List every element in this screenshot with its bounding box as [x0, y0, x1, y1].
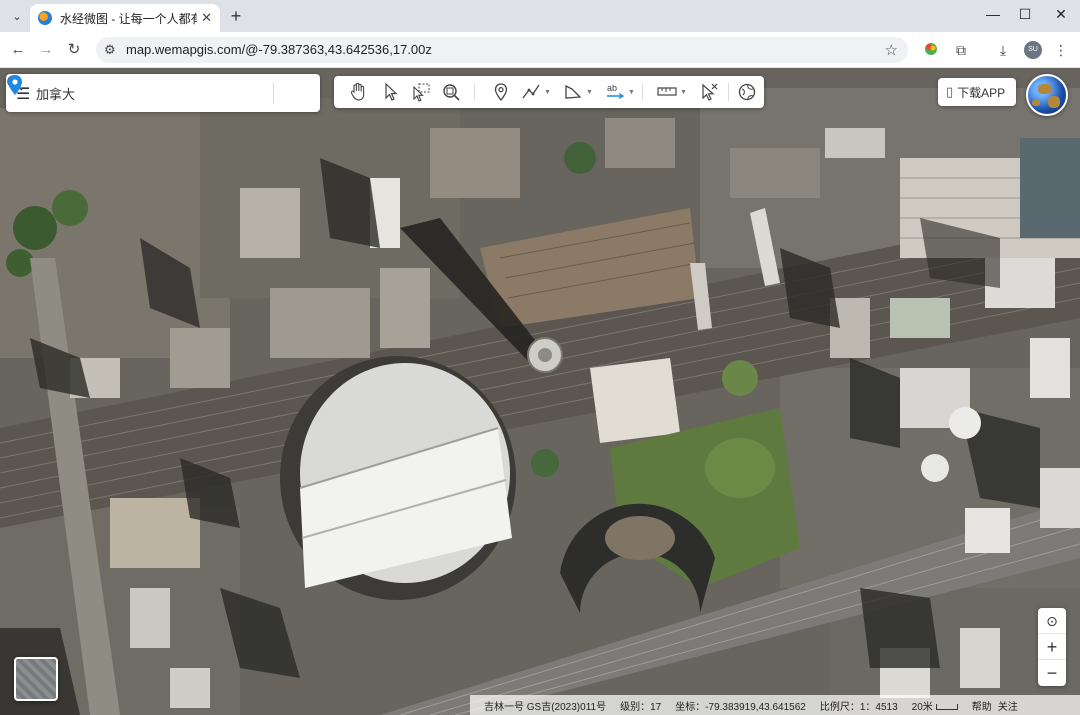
my-location-icon[interactable]: ⊙: [1038, 608, 1066, 634]
map-search-box: ☰: [6, 74, 320, 112]
satellite-map[interactable]: ☰ ▼: [0, 68, 1080, 715]
map-status-bar: 吉林一号 GS吉(2023)011号 级别：17 坐标：-79.383919,4…: [470, 695, 1080, 715]
zoom-out-button[interactable]: −: [1038, 660, 1066, 686]
download-app-button[interactable]: ▯ 下载APP: [938, 78, 1016, 106]
help-link[interactable]: 帮助: [972, 698, 992, 713]
url-text[interactable]: map.wemapgis.com/@-79.387363,43.642536,1…: [126, 42, 432, 57]
polyline-icon[interactable]: [520, 81, 542, 103]
text-label-dropdown-icon[interactable]: ▼: [628, 89, 635, 96]
browser-tab-active[interactable]: 水经微图 - 让每一个人都有自己 ✕: [30, 4, 220, 32]
toolbar-divider: [474, 83, 475, 101]
toolbar-divider: [728, 83, 729, 101]
search-divider: [273, 82, 274, 104]
follow-link[interactable]: 关注: [998, 698, 1018, 713]
bookmark-star-icon[interactable]: ☆: [885, 41, 898, 59]
zoom-in-button[interactable]: +: [1038, 634, 1066, 660]
browser-menu-icon[interactable]: ⋮: [1052, 41, 1070, 59]
profile-avatar[interactable]: SU: [1024, 41, 1042, 59]
scale-label: 比例尺：: [819, 701, 860, 713]
coord-value: -79.383919,43.641562: [705, 701, 806, 713]
extensions-puzzle-icon[interactable]: ⧉: [952, 41, 970, 59]
map-scale: 比例尺：1：4513: [820, 698, 898, 713]
download-icon[interactable]: ⤓: [994, 41, 1012, 59]
measure-dropdown-icon[interactable]: ▼: [680, 89, 687, 96]
minimize-button[interactable]: —: [978, 6, 1008, 22]
level-label: 级别：: [620, 701, 651, 713]
scale-value: 1：4513: [859, 701, 898, 713]
zoom-area-icon[interactable]: [440, 81, 462, 103]
site-info-icon[interactable]: ⚙: [104, 42, 116, 58]
phone-icon: ▯: [946, 84, 954, 99]
globe-3d-icon[interactable]: [736, 81, 758, 103]
scale-bar: 20米: [912, 698, 958, 713]
back-arrow-icon[interactable]: ←: [8, 40, 28, 60]
svg-text:ab: ab: [607, 83, 617, 93]
clear-cursor-icon[interactable]: [698, 81, 720, 103]
new-tab-button[interactable]: +: [226, 6, 246, 26]
extension-colorful-icon[interactable]: [922, 41, 940, 59]
search-input[interactable]: [36, 83, 236, 103]
download-app-label: 下载APP: [957, 85, 1006, 100]
site-favicon-icon: [38, 11, 52, 25]
layer-switch-thumbnail[interactable]: [14, 657, 58, 701]
polyline-dropdown-icon[interactable]: ▼: [544, 89, 551, 96]
globe-view-switch-icon[interactable]: [1026, 74, 1068, 116]
close-window-button[interactable]: ✕: [1046, 6, 1076, 23]
pan-hand-icon[interactable]: [348, 81, 370, 103]
address-bar[interactable]: ⚙ map.wemapgis.com/@-79.387363,43.642536…: [96, 37, 908, 63]
level-value: 17: [650, 701, 662, 713]
text-label-icon[interactable]: ab: [604, 81, 626, 103]
measure-ruler-icon[interactable]: [656, 81, 678, 103]
forward-arrow-icon[interactable]: →: [36, 40, 56, 60]
select-box-icon[interactable]: [410, 81, 432, 103]
zoom-level: 级别：17: [620, 698, 661, 713]
scale-bar-graphic: [935, 703, 958, 710]
select-arrow-icon[interactable]: [380, 81, 402, 103]
tab-close-icon[interactable]: ✕: [201, 10, 212, 26]
coord-label: 坐标：: [675, 701, 706, 713]
cursor-coordinates: 坐标：-79.383919,43.641562: [675, 698, 806, 713]
scale-bar-label: 20米: [911, 701, 933, 713]
point-marker-icon[interactable]: [490, 81, 512, 103]
reload-icon[interactable]: ↻: [64, 40, 84, 60]
maximize-button[interactable]: ☐: [1010, 6, 1040, 23]
tab-title: 水经微图 - 让每一个人都有自己: [60, 11, 198, 26]
location-pin-icon[interactable]: [6, 74, 24, 96]
browser-tab-bar: ⌄ 水经微图 - 让每一个人都有自己 ✕ + — ☐ ✕: [0, 0, 1080, 32]
map-tools-toolbar: ▼ ▼ ab ▼ ▼: [334, 76, 764, 108]
polygon-icon[interactable]: [562, 81, 584, 103]
zoom-controls: ⊙ + −: [1038, 608, 1066, 686]
imagery-copyright: 吉林一号 GS吉(2023)011号: [484, 701, 607, 713]
toolbar-divider: [642, 83, 643, 101]
tab-search-menu-button[interactable]: ⌄: [6, 5, 28, 27]
polygon-dropdown-icon[interactable]: ▼: [586, 89, 593, 96]
satellite-imagery: [0, 68, 1080, 715]
browser-toolbar: ← → ↻ ⚙ map.wemapgis.com/@-79.387363,43.…: [0, 32, 1080, 68]
